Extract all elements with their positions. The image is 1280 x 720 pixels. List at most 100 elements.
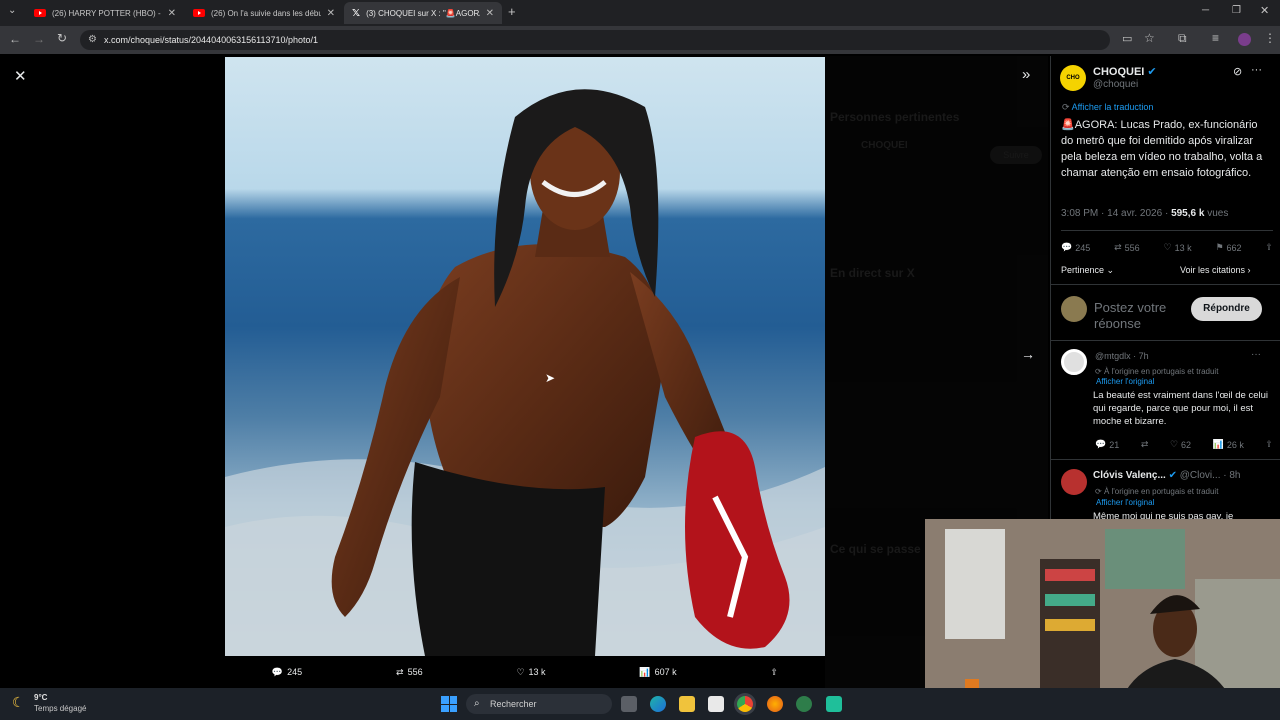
- minimize-window-icon[interactable]: ─: [1202, 5, 1209, 16]
- back-arrow-icon[interactable]: ←: [9, 32, 21, 46]
- tab-close-icon[interactable]: ✕: [486, 8, 494, 19]
- collapse-panel-icon[interactable]: »: [1022, 66, 1030, 83]
- more-options-icon[interactable]: ···: [1251, 349, 1261, 360]
- tab-close-icon[interactable]: ✕: [327, 8, 335, 19]
- view-quotes-link[interactable]: Voir les citations ›: [1180, 265, 1251, 275]
- sort-dropdown[interactable]: Pertinence ⌄: [1061, 265, 1114, 276]
- verified-badge-icon: ✔: [1168, 470, 1177, 481]
- author-handle[interactable]: @choquei: [1093, 79, 1138, 90]
- browser-tab-3-active[interactable]: 𝕏 (3) CHOQUEI sur X : "🚨AGORA ✕: [344, 2, 502, 24]
- chrome-browser-icon[interactable]: [737, 696, 753, 712]
- show-original-link[interactable]: Afficher l'original: [1096, 377, 1154, 386]
- tab-list-chevron-icon[interactable]: ⌄: [8, 5, 16, 16]
- like-action[interactable]: ♡ 13 k: [516, 667, 545, 678]
- browser-tab-1[interactable]: (26) HARRY POTTER (HBO) - LE ✕: [26, 2, 184, 24]
- like-count: 13 k: [528, 667, 546, 677]
- tweet-photo[interactable]: [225, 57, 825, 656]
- file-explorer-icon[interactable]: [679, 696, 695, 712]
- address-bar[interactable]: ⚙ x.com/choquei/status/20440400631561137…: [80, 30, 1110, 50]
- reply-input[interactable]: Postez votre réponse: [1094, 300, 1186, 328]
- views-action[interactable]: 📊 607 k: [639, 667, 676, 678]
- share-action[interactable]: ⇪: [770, 667, 778, 678]
- new-tab-button[interactable]: +: [508, 4, 516, 19]
- grok-icon[interactable]: ⊘: [1233, 65, 1242, 78]
- youtube-icon: [193, 9, 205, 17]
- like-stat[interactable]: ♡ 13 k: [1164, 242, 1192, 253]
- task-view-icon[interactable]: [621, 696, 637, 712]
- youtube-icon: [34, 9, 46, 17]
- weather-description[interactable]: Temps dégagé: [34, 704, 86, 713]
- reply-stat[interactable]: 💬 21: [1095, 439, 1119, 450]
- repost-count: 556: [1124, 242, 1140, 253]
- divider: [1051, 459, 1280, 460]
- reply-author-name[interactable]: Clóvis Valenç...: [1093, 470, 1166, 481]
- live-on-x-title: En direct sur X: [830, 266, 915, 280]
- more-options-icon[interactable]: ···: [1251, 64, 1262, 76]
- weather-temperature[interactable]: 9°C: [34, 693, 47, 702]
- heart-icon: ♡: [1163, 242, 1172, 252]
- reply-avatar[interactable]: [1061, 349, 1087, 375]
- reply-stats-bar: 💬 21 ⇄ ♡ 62 📊 26 k ⇪: [1095, 439, 1273, 450]
- repost-stat[interactable]: ⇄ 556: [1114, 242, 1140, 253]
- repost-icon: ⇄: [1114, 242, 1122, 252]
- sort-label: Pertinence: [1061, 265, 1105, 275]
- author-avatar[interactable]: CHO QUEI: [1060, 65, 1086, 91]
- tab-title: (3) CHOQUEI sur X : "🚨AGORA: [366, 8, 480, 18]
- repost-stat[interactable]: ⇄: [1141, 439, 1149, 450]
- share-stat[interactable]: ⇪: [1265, 439, 1273, 450]
- microsoft-store-icon[interactable]: [708, 696, 724, 712]
- profile-avatar-icon[interactable]: [1238, 33, 1251, 46]
- user-avatar[interactable]: [1061, 296, 1087, 322]
- reply-text: La beauté est vraiment dans l'œil de cel…: [1093, 390, 1269, 427]
- app-icon[interactable]: [796, 696, 812, 712]
- show-original-link[interactable]: Afficher l'original: [1096, 498, 1154, 507]
- tweet-views-label: vues: [1207, 208, 1229, 219]
- site-info-icon[interactable]: ⚙: [88, 30, 97, 50]
- maximize-window-icon[interactable]: ❐: [1232, 5, 1241, 16]
- edge-browser-icon[interactable]: [650, 696, 666, 712]
- reply-stat[interactable]: 💬 245: [1061, 242, 1090, 253]
- reply-action[interactable]: 💬 245: [272, 667, 302, 678]
- reply-handle[interactable]: @mtgdlx: [1095, 351, 1131, 361]
- reply-button[interactable]: Répondre: [1191, 297, 1262, 321]
- follow-button[interactable]: Suivre: [990, 146, 1042, 164]
- repost-action[interactable]: ⇄ 556: [396, 667, 423, 678]
- taskbar-search[interactable]: ⌕ Rechercher: [466, 694, 612, 714]
- author-name[interactable]: CHOQUEI ✔: [1093, 65, 1157, 78]
- extensions-icon[interactable]: ⧉: [1178, 31, 1187, 46]
- next-photo-arrow-icon[interactable]: →: [1021, 346, 1035, 362]
- repost-count: 556: [407, 667, 423, 677]
- reply-translation-note: ⟳ À l'origine en portugais et traduit: [1095, 487, 1218, 496]
- forward-arrow-icon[interactable]: →: [33, 32, 45, 46]
- reload-icon[interactable]: ↻: [57, 31, 67, 45]
- browser-menu-icon[interactable]: ⋮: [1264, 31, 1276, 45]
- browser-tab-2[interactable]: (26) On l'a suivie dans les débu ✕: [185, 2, 343, 24]
- windows-start-icon[interactable]: [441, 696, 457, 712]
- show-translation-link[interactable]: ⟳ Afficher la traduction: [1062, 102, 1153, 113]
- like-stat[interactable]: ♡ 62: [1170, 439, 1191, 450]
- bookmark-star-icon[interactable]: ☆: [1144, 31, 1155, 45]
- views-chart-icon: 📊: [1212, 439, 1224, 449]
- reply-avatar[interactable]: [1061, 469, 1087, 495]
- x-logo-icon: 𝕏: [352, 7, 361, 19]
- translate-label: Afficher la traduction: [1071, 102, 1154, 112]
- tab-title: (26) HARRY POTTER (HBO) - LE: [52, 8, 162, 18]
- cast-icon[interactable]: ▭: [1122, 32, 1132, 45]
- browser-tab-bar: ⌄ (26) HARRY POTTER (HBO) - LE ✕ (26) On…: [0, 0, 1280, 26]
- reply-time[interactable]: · 7h: [1133, 351, 1149, 361]
- reply-handle[interactable]: @Clovi...: [1180, 470, 1221, 481]
- share-icon: ⇪: [1265, 242, 1273, 252]
- reply-count: 245: [287, 667, 303, 677]
- firefox-icon[interactable]: [767, 696, 783, 712]
- close-viewer-icon[interactable]: ✕: [14, 67, 27, 85]
- share-stat[interactable]: ⇪: [1265, 242, 1273, 253]
- close-window-icon[interactable]: ✕: [1260, 4, 1269, 17]
- app-icon[interactable]: [826, 696, 842, 712]
- media-action-bar: 💬 245 ⇄ 556 ♡ 13 k 📊 607 k ⇪: [225, 660, 825, 684]
- reply-time[interactable]: · 8h: [1223, 470, 1240, 481]
- tab-search-icon[interactable]: ≡: [1212, 31, 1219, 45]
- tab-close-icon[interactable]: ✕: [168, 8, 176, 19]
- bookmark-count: 662: [1226, 242, 1242, 253]
- views-stat[interactable]: 📊 26 k: [1213, 439, 1244, 450]
- bookmark-stat[interactable]: ⚑ 662: [1215, 242, 1241, 253]
